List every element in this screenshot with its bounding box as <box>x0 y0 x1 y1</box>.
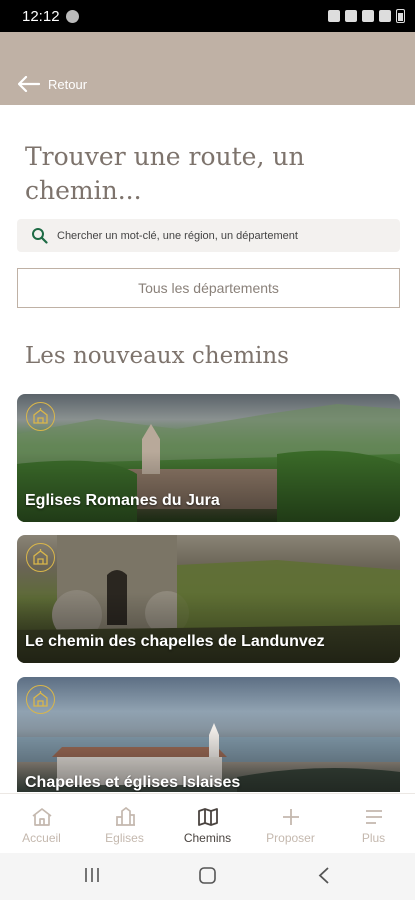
back-button[interactable]: Retour <box>18 76 87 92</box>
department-select-button[interactable]: Tous les départements <box>17 268 400 308</box>
menu-icon <box>363 806 385 828</box>
route-card[interactable]: Le chemin des chapelles de Landunvez <box>17 535 400 663</box>
notification-icon <box>66 10 79 23</box>
route-card-title: Le chemin des chapelles de Landunvez <box>25 633 325 650</box>
route-card-title: Eglises Romanes du Jura <box>25 492 220 509</box>
nav-eglises[interactable]: Eglises <box>83 794 166 853</box>
bottom-navigation: Accueil Eglises Chemins Proposer Plus <box>0 793 415 853</box>
wifi-icon <box>362 10 374 22</box>
page-title: Trouver une route, un chemin... <box>25 142 305 205</box>
system-navigation-bar <box>0 853 415 900</box>
back-arrow-icon <box>18 76 40 92</box>
back-system-icon[interactable] <box>318 867 330 884</box>
status-time: 12:12 <box>22 8 60 25</box>
app-header: Retour <box>0 32 415 105</box>
route-card-title: Chapelles et églises Islaises <box>25 774 241 791</box>
signal-icon <box>379 10 391 22</box>
nav-chemins[interactable]: Chemins <box>166 794 249 853</box>
home-icon <box>31 806 53 828</box>
search-icon <box>32 228 48 244</box>
search-input[interactable] <box>57 219 392 252</box>
nav-label: Accueil <box>22 831 61 845</box>
map-icon <box>197 806 219 828</box>
status-icons <box>328 9 405 23</box>
recent-apps-icon[interactable] <box>84 867 100 883</box>
route-card[interactable]: Chapelles et églises Islaises <box>17 677 400 792</box>
church-badge-icon <box>26 402 55 431</box>
nav-accueil[interactable]: Accueil <box>0 794 83 853</box>
search-box[interactable] <box>17 219 400 252</box>
nav-plus[interactable]: Plus <box>332 794 415 853</box>
nav-proposer[interactable]: Proposer <box>249 794 332 853</box>
back-label: Retour <box>48 76 88 92</box>
nav-label: Eglises <box>105 831 144 845</box>
mute-icon <box>345 10 357 22</box>
home-button-icon[interactable] <box>199 867 216 884</box>
alarm-icon <box>328 10 340 22</box>
nav-label: Chemins <box>183 831 232 845</box>
route-card[interactable]: Eglises Romanes du Jura <box>17 394 400 522</box>
section-title: Les nouveaux chemins <box>25 343 289 369</box>
church-badge-icon <box>26 685 55 714</box>
plus-icon <box>280 806 302 828</box>
battery-icon <box>396 9 405 23</box>
church-icon <box>114 806 136 828</box>
status-bar: 12:12 <box>0 0 415 32</box>
nav-label: Plus <box>361 831 386 845</box>
nav-label: Proposer <box>266 831 315 845</box>
church-badge-icon <box>26 543 55 572</box>
